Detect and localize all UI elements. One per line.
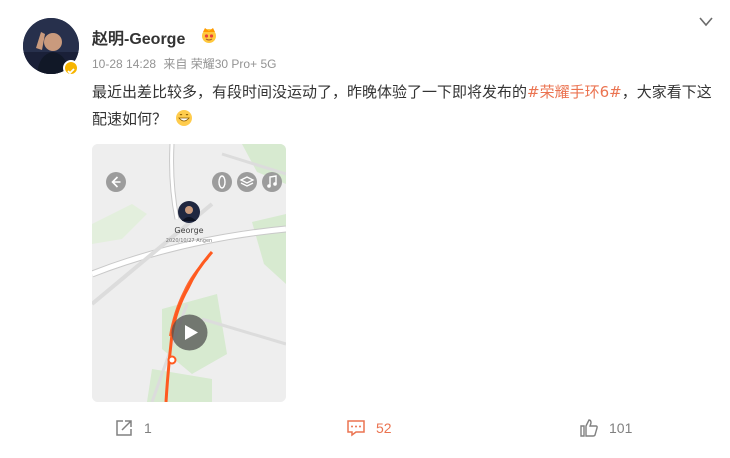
- username[interactable]: 赵明-George: [92, 25, 185, 49]
- map-profile-name: George: [174, 226, 204, 235]
- play-icon[interactable]: [171, 314, 208, 351]
- thumbs-up-icon: [580, 419, 598, 437]
- post-meta: 10-28 14:28 来自 荣耀30 Pro+ 5G: [92, 55, 276, 72]
- post-source: 来自 荣耀30 Pro+ 5G: [163, 57, 277, 71]
- grinning-face-emoji-icon: [175, 110, 192, 126]
- crown-emoji-icon: [202, 28, 216, 43]
- map-date-label: 2020/10/27 Angen: [165, 238, 213, 244]
- like-count: 101: [609, 420, 633, 436]
- comment-icon: [347, 420, 365, 437]
- post-time[interactable]: 10-28 14:28: [92, 57, 156, 71]
- compass-icon[interactable]: [211, 171, 233, 193]
- hashtag-link[interactable]: #荣耀手环6#: [527, 83, 622, 101]
- comment-button[interactable]: 52: [346, 410, 392, 446]
- post-text: 最近出差比较多，有段时间没运动了，昨晚体验了一下即将发布的#荣耀手环6#，大家看…: [92, 79, 717, 133]
- comment-count: 52: [376, 420, 392, 436]
- post-text-before: 最近出差比较多，有段时间没运动了，昨晚体验了一下即将发布的: [92, 83, 528, 101]
- share-button[interactable]: 1: [114, 410, 152, 446]
- verified-badge-icon: [63, 60, 79, 76]
- layers-icon[interactable]: [236, 171, 258, 193]
- action-bar: 1 52 101: [0, 410, 730, 446]
- share-icon: [116, 420, 132, 436]
- music-icon[interactable]: [261, 171, 283, 193]
- video-thumbnail[interactable]: George 2020/10/27 Angen: [92, 144, 286, 402]
- map-avatar-icon: [178, 201, 200, 223]
- chevron-down-icon[interactable]: [698, 16, 714, 28]
- back-icon[interactable]: [105, 171, 127, 193]
- share-count: 1: [144, 420, 152, 436]
- like-button[interactable]: 101: [579, 410, 632, 446]
